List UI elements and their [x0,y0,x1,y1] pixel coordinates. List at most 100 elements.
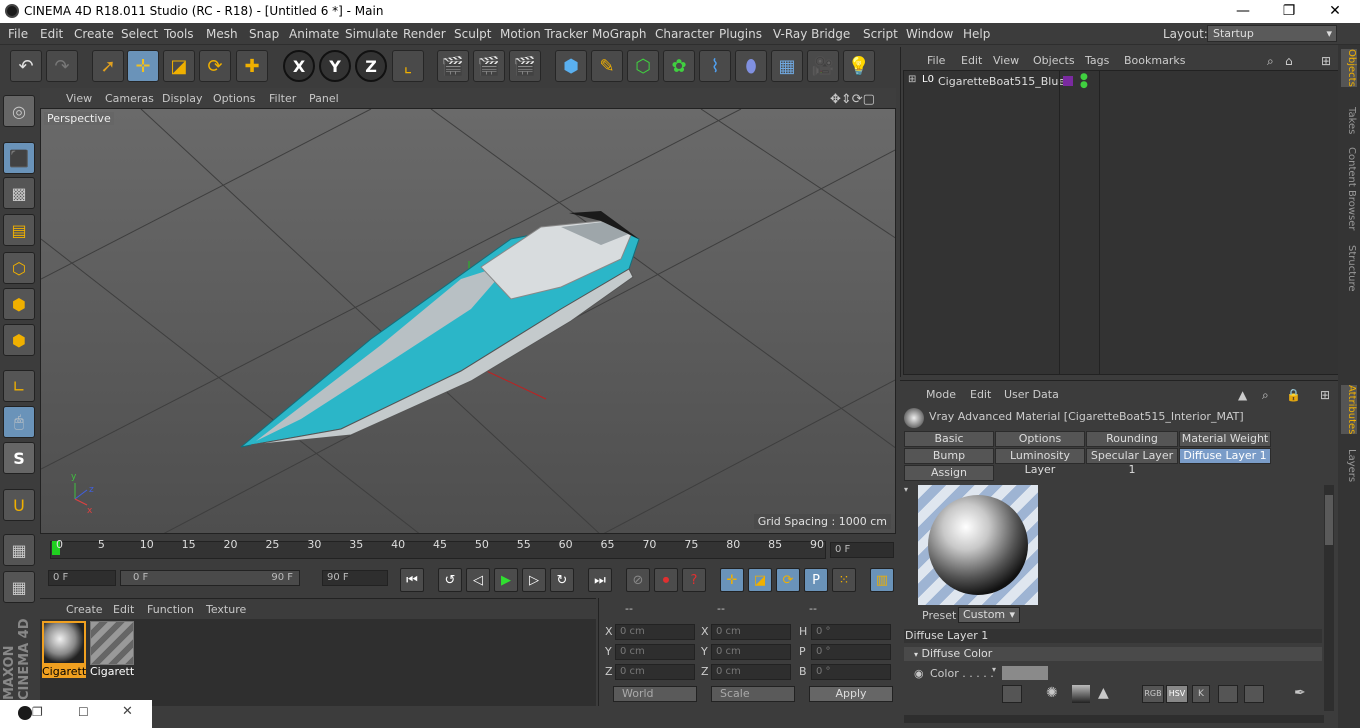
tab-bump[interactable]: Bump [904,448,994,464]
visibility-dots-icon[interactable]: ● ● [1080,73,1088,90]
kelvin-mode-button[interactable]: K [1192,685,1210,703]
rotation-p-field[interactable]: 0 ° [811,644,891,660]
render-settings-button[interactable]: 🎬 [509,50,541,82]
prev-frame-button[interactable]: ◁ [466,568,490,592]
lock-icon[interactable]: 🔒 [1286,388,1301,402]
menu-sculpt[interactable]: Sculpt [454,27,491,41]
render-picture-viewer-button[interactable]: 🎬 [473,50,505,82]
home-icon[interactable]: ⌂ [1285,54,1293,68]
tweak-mode-button[interactable]: 🖱 [3,406,35,438]
maximize-icon[interactable]: ☐ [78,705,89,719]
environment-button[interactable]: ⬮ [735,50,767,82]
cube-button[interactable]: ⬢ [555,50,587,82]
floor-button[interactable]: ▦ [771,50,803,82]
add-panel-icon[interactable]: ⊞ [1320,388,1330,402]
key-rotation-button[interactable]: ⟳ [776,568,800,592]
tab-structure[interactable]: Structure [1341,245,1357,292]
apply-button[interactable]: Apply [809,686,893,702]
menu-plugins[interactable]: Plugins [719,27,762,41]
attribute-scrollbar[interactable] [1324,485,1334,711]
rotation-b-field[interactable]: 0 ° [811,664,891,680]
viewport-menu-options[interactable]: Options [213,92,255,105]
tab-takes[interactable]: Takes [1341,107,1357,134]
timeline-window-button[interactable]: ▥ [870,568,894,592]
subsection-header[interactable]: ▾ Diffuse Color [904,647,1322,661]
menu-mograph[interactable]: MoGraph [592,27,647,41]
light-button[interactable]: 💡 [843,50,875,82]
cloner-button[interactable]: ✿ [663,50,695,82]
tab-rounding[interactable]: Rounding [1086,431,1178,447]
position-z-field[interactable]: 0 cm [615,664,695,680]
timeline-ruler[interactable]: 0 5 10 15 20 25 30 35 40 45 50 55 60 65 70 75 80 85 90 0 F [40,534,896,566]
material-swatch-blue[interactable]: Cigarett [90,621,134,679]
z-axis-lock-button[interactable]: Z [355,50,387,82]
material-menu-edit[interactable]: Edit [113,603,134,616]
deformer-button[interactable]: ⌇ [699,50,731,82]
play-button[interactable]: ▶ [494,568,518,592]
workplane-mode-button[interactable]: ▤ [3,214,35,246]
texture-mode-button[interactable]: ▩ [3,177,35,209]
key-pla-button[interactable]: ⁙ [832,568,856,592]
chevron-down-icon[interactable]: ▾ [992,665,996,674]
tab-basic[interactable]: Basic [904,431,994,447]
goto-end-button[interactable]: ⏭ [588,568,612,592]
prev-key-button[interactable]: ↺ [438,568,462,592]
preset-select[interactable]: Custom ▾ [958,607,1020,623]
viewport-menu-cameras[interactable]: Cameras [105,92,154,105]
color-spectrum-button[interactable] [1002,685,1022,703]
axis-mode-button[interactable]: ∟ [3,370,35,402]
mixer-button[interactable] [1218,685,1238,703]
undo-button[interactable]: ↶ [10,50,42,82]
tab-diffuse-layer-1[interactable]: Diffuse Layer 1 [1179,448,1271,464]
menu-create[interactable]: Create [74,27,114,41]
next-key-button[interactable]: ↻ [550,568,574,592]
camera-button[interactable]: 🎥 [807,50,839,82]
layer-color-swatch[interactable] [1063,76,1073,86]
tab-luminosity-layer[interactable]: Luminosity Layer [995,448,1085,476]
menu-tools[interactable]: Tools [164,27,194,41]
render-view-button[interactable]: 🎬 [437,50,469,82]
swatches-button[interactable] [1244,685,1264,703]
close-icon[interactable]: ✕ [122,704,133,719]
viewport-perspective[interactable]: y z x Perspective Grid Spacing : 1000 cm [40,108,896,534]
coordinate-space-select[interactable]: World [613,686,697,702]
menu-edit[interactable]: Edit [40,27,63,41]
tab-layers[interactable]: Layers [1341,449,1357,482]
collapse-triangle-icon[interactable]: ▾ [904,485,908,494]
viewport-menu-panel[interactable]: Panel [309,92,339,105]
menu-select[interactable]: Select [121,27,158,41]
color-swatch[interactable] [1002,666,1048,680]
add-panel-icon[interactable]: ⊞ [1321,54,1331,68]
radio-icon[interactable]: ◉ [914,667,924,680]
scrollbar-thumb[interactable] [1325,495,1333,545]
rgb-mode-button[interactable]: RGB [1142,685,1164,703]
color-wheel-icon[interactable]: ✺ [1046,685,1066,703]
attribute-menu-user-data[interactable]: User Data [1004,388,1059,401]
minimize-button[interactable]: — [1220,1,1266,21]
auto-key-button[interactable]: ⏺ [654,568,678,592]
menu-file[interactable]: File [8,27,28,41]
points-mode-button[interactable]: ⬡ [3,252,35,284]
record-keys-button[interactable]: ⊘ [626,568,650,592]
hsv-mode-button[interactable]: HSV [1166,685,1188,703]
rotate-tool-button[interactable]: ⟳ [199,50,231,82]
up-arrow-icon[interactable]: ▲ [1238,388,1247,402]
viewport-nav-icon[interactable]: ✥⇕⟳▢ [830,92,875,107]
model-mode-button[interactable]: ⬛ [3,142,35,174]
y-axis-lock-button[interactable]: Y [319,50,351,82]
search-icon[interactable]: ⌕ [1262,388,1269,403]
object-menu-edit[interactable]: Edit [961,54,982,67]
expand-icon[interactable]: ⊞ [908,74,916,85]
end-frame-field[interactable]: 90 F [322,570,388,586]
menu-simulate[interactable]: Simulate [345,27,398,41]
coordinate-system-button[interactable]: ⌞ [392,50,424,82]
key-scale-button[interactable]: ◪ [748,568,772,592]
tab-content-browser[interactable]: Content Browser [1341,147,1357,230]
object-menu-view[interactable]: View [993,54,1019,67]
object-menu-tags[interactable]: Tags [1085,54,1109,67]
live-selection-button[interactable]: ✚ [236,50,268,82]
next-frame-button[interactable]: ▷ [522,568,546,592]
attribute-menu-edit[interactable]: Edit [970,388,991,401]
start-frame-field[interactable]: 0 F [48,570,116,586]
material-swatch-interior[interactable]: Cigarett [42,621,86,679]
